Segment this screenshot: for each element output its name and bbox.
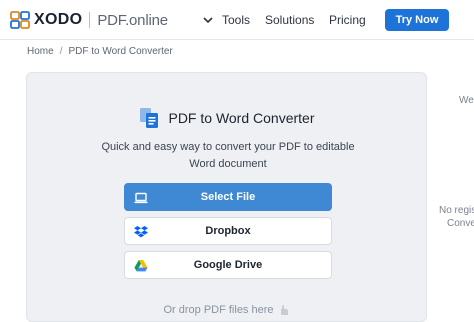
google-drive-icon [134, 260, 148, 272]
nav-pricing[interactable]: Pricing [329, 0, 366, 40]
google-drive-button[interactable]: Google Drive [124, 251, 332, 279]
google-drive-label: Google Drive [193, 259, 263, 271]
hand-icon [280, 305, 288, 315]
breadcrumb: Home / PDF to Word Converter [27, 44, 173, 58]
breadcrumb-current: PDF to Word Converter [68, 45, 173, 57]
brand-name: XODO [34, 11, 83, 28]
dropbox-button[interactable]: Dropbox [124, 217, 332, 245]
drop-hint-text: Or drop PDF files here [163, 304, 274, 316]
nav-solutions[interactable]: Solutions [265, 0, 314, 40]
try-now-button[interactable]: Try Now [385, 9, 449, 31]
product-name: PDF.online [97, 11, 168, 29]
logo-divider [89, 12, 91, 28]
side-panel-text-2: No regis [439, 205, 474, 216]
card-description: Quick and easy way to convert your PDF t… [101, 141, 355, 170]
converter-card: PDF to Word Converter Quick and easy way… [26, 72, 427, 322]
drop-zone-hint: Or drop PDF files here [27, 304, 426, 316]
chevron-down-icon [203, 17, 213, 24]
side-panel-text-1: We [459, 95, 474, 106]
pdf-to-word-icon [140, 108, 159, 128]
card-title: PDF to Word Converter [168, 110, 315, 126]
select-file-label: Select File [200, 191, 256, 203]
card-title-row: PDF to Word Converter [27, 107, 426, 129]
nav-pricing-label: Pricing [329, 13, 366, 27]
breadcrumb-home[interactable]: Home [27, 46, 54, 57]
dropbox-icon [134, 226, 148, 238]
nav-tools[interactable]: Tools [203, 0, 250, 40]
nav-tools-label: Tools [222, 13, 251, 27]
select-file-button[interactable]: Select File [124, 183, 332, 211]
laptop-icon [134, 192, 148, 204]
xodo-logo-icon [10, 11, 30, 29]
xodo-logo[interactable]: XODO PDF.online [10, 11, 168, 29]
nav-solutions-label: Solutions [265, 13, 315, 27]
dropbox-label: Dropbox [205, 225, 251, 237]
side-panel-text-3: Conve [447, 218, 474, 229]
breadcrumb-separator: / [59, 45, 63, 57]
top-header: XODO PDF.online Tools Solutions Pricing … [0, 0, 474, 40]
